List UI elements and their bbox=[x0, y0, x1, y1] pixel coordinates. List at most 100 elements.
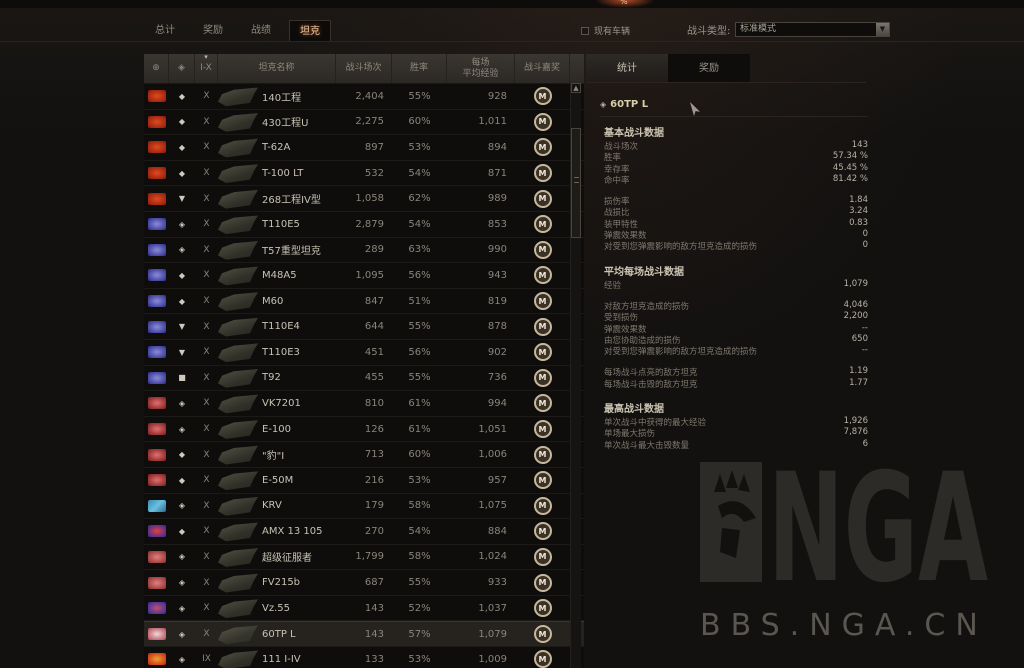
battles-cell: 179 bbox=[364, 500, 384, 512]
stat-label: 命中率 bbox=[604, 175, 630, 186]
table-row[interactable]: ◈ X T57重型坦克 289 63% 990 M bbox=[144, 237, 584, 264]
top-indicator: % bbox=[595, 0, 655, 8]
table-row[interactable]: ◈ X FV215b 687 55% 933 M bbox=[144, 570, 584, 596]
table-row[interactable]: ◆ X "豹"I 713 60% 1,006 M bbox=[144, 442, 584, 468]
column-avg-xp-label: 每场 平均经验 bbox=[462, 58, 498, 80]
avg-xp-cell: 1,075 bbox=[478, 500, 507, 512]
table-row[interactable]: ◆ X T-100 LT 532 54% 871 M bbox=[144, 160, 584, 187]
top-indicator-text: % bbox=[620, 0, 628, 6]
medal-cell: M bbox=[515, 263, 570, 288]
column-avg-xp[interactable]: 每场 平均经验 bbox=[447, 54, 515, 83]
stat-value: 81.42 % bbox=[832, 173, 868, 184]
tab-records[interactable]: 战绩 bbox=[241, 20, 281, 42]
tier-cell: X bbox=[203, 629, 210, 640]
win-rate-cell: 60% bbox=[408, 116, 431, 128]
win-rate-cell: 56% bbox=[408, 346, 431, 358]
medal-cell: M bbox=[515, 468, 570, 493]
battles-cell: 2,404 bbox=[355, 90, 384, 102]
tab-rewards[interactable]: 奖励 bbox=[668, 54, 750, 83]
table-row[interactable]: ◈ X 超级征服者 1,799 58% 1,024 M bbox=[144, 544, 584, 571]
battles-cell: 126 bbox=[364, 423, 384, 435]
table-row[interactable]: ◈ X T110E5 2,879 54% 853 M bbox=[144, 211, 584, 238]
tab-tanks[interactable]: 坦克 bbox=[289, 20, 331, 42]
nation-cell bbox=[144, 519, 169, 544]
tank-image bbox=[218, 548, 258, 567]
nation-cell bbox=[144, 135, 169, 160]
name-cell: M48A5 bbox=[218, 263, 336, 288]
column-win-rate[interactable]: 胜率 bbox=[392, 54, 447, 83]
tier-cell: X bbox=[203, 168, 210, 179]
name-cell: T110E4 bbox=[218, 314, 336, 339]
stat-value: 45.45 % bbox=[832, 162, 868, 173]
tank-name: T-100 LT bbox=[262, 167, 304, 179]
column-medal[interactable]: 战斗嘉奖 bbox=[515, 54, 570, 83]
stat-label: 单次战斗中获得的最大经验 bbox=[604, 418, 707, 429]
medal-cell: M bbox=[515, 314, 570, 339]
table-row[interactable]: ◆ X M60 847 51% 819 M bbox=[144, 288, 584, 315]
tab-statistics[interactable]: 统计 bbox=[586, 54, 668, 83]
tier-cell: X bbox=[203, 398, 210, 409]
win-rate-cell: 56% bbox=[408, 269, 431, 281]
mastery-badge-icon: M bbox=[533, 164, 552, 183]
table-row[interactable]: ◈X60TP L14357%1,079M› bbox=[144, 621, 584, 648]
table-row[interactable]: ◆ X 430工程U 2,275 60% 1,011 M bbox=[144, 109, 584, 136]
scroll-thumb[interactable] bbox=[571, 128, 581, 238]
tank-image bbox=[218, 164, 258, 183]
tier-cell: X bbox=[203, 193, 210, 204]
owned-vehicles-checkbox[interactable] bbox=[581, 26, 589, 35]
tank-image bbox=[218, 599, 258, 619]
column-battles[interactable]: 战斗场次 bbox=[336, 54, 392, 83]
stat-value: 0 bbox=[862, 240, 868, 251]
avg-xp-cell: 853 bbox=[487, 218, 507, 230]
column-tier[interactable]: I-X bbox=[195, 54, 218, 83]
table-row[interactable]: ◈ IX 111 I-IV 133 53% 1,009 M bbox=[144, 647, 584, 668]
table-row[interactable]: ◆ X T-62A 897 53% 894 M bbox=[144, 135, 584, 161]
tank-type-icon: ◈ bbox=[178, 424, 186, 434]
column-type[interactable]: ◈ bbox=[169, 54, 195, 83]
battles-cell: 289 bbox=[364, 244, 384, 256]
stat-row: 由您协助造成的损伤 650 bbox=[600, 334, 868, 346]
mastery-badge-icon: M bbox=[533, 292, 552, 311]
table-row[interactable]: ◆ X AMX 13 105 270 54% 884 M bbox=[144, 519, 584, 545]
chevron-down-icon[interactable]: ▼ bbox=[876, 23, 889, 36]
column-medal-label: 战斗嘉奖 bbox=[523, 63, 560, 73]
name-cell: T110E5 bbox=[218, 212, 336, 237]
stat-row: 受到损伤 2,200 bbox=[600, 311, 868, 323]
stat-label: 每场战斗击毁的敌方坦克 bbox=[604, 379, 698, 390]
name-cell: FV215b bbox=[218, 570, 336, 595]
tank-image bbox=[218, 650, 258, 668]
table-row[interactable]: ▼ X T110E3 451 56% 902 M bbox=[144, 339, 584, 366]
table-row[interactable]: ▼ X 268工程IV型 1,058 62% 989 M bbox=[144, 186, 584, 212]
tab-summary[interactable]: 总计 bbox=[145, 20, 185, 42]
tank-type-icon: ◆ bbox=[178, 296, 186, 306]
stat-row: 战斗场次 143 bbox=[600, 140, 868, 152]
tank-image bbox=[218, 420, 258, 439]
heavy-tank-icon: ◈ bbox=[600, 99, 607, 109]
column-nation[interactable]: ⊕ bbox=[144, 54, 169, 83]
tab-awards[interactable]: 奖励 bbox=[193, 20, 233, 42]
table-row[interactable]: ◆ X E-50M 216 53% 957 M bbox=[144, 467, 584, 494]
battles-cell: 897 bbox=[364, 141, 384, 153]
stat-value: 0 bbox=[862, 229, 868, 240]
win-rate-cell: 53% bbox=[408, 474, 431, 486]
table-row[interactable]: ◈ X VK7201 810 61% 994 M bbox=[144, 391, 584, 417]
table-row[interactable]: ◈ X KRV 179 58% 1,075 M bbox=[144, 493, 584, 520]
table-row[interactable]: ◆ X M48A5 1,095 56% 943 M bbox=[144, 263, 584, 289]
table-scrollbar[interactable]: ▲ bbox=[570, 83, 581, 668]
table-row[interactable]: ◆ X 140工程 2,404 55% 928 M bbox=[144, 84, 584, 110]
name-cell: KRV bbox=[218, 494, 336, 519]
table-row[interactable]: ◈ X E-100 126 61% 1,051 M bbox=[144, 416, 584, 443]
column-name[interactable]: 坦克名称 bbox=[218, 54, 336, 83]
stats-section: 平均每场战斗数据 经验 1,079 对敌方坦克造成的损伤 4,046 受到损伤 2,200 弹… bbox=[600, 263, 868, 390]
table-row[interactable]: ▼ X T110E4 644 55% 878 M bbox=[144, 314, 584, 340]
nation-flag-icon bbox=[147, 550, 166, 563]
table-row[interactable]: ◈ X Vz.55 143 52% 1,037 M bbox=[144, 595, 584, 622]
scroll-up-button[interactable]: ▲ bbox=[571, 83, 581, 93]
name-cell: E-50M bbox=[218, 468, 336, 493]
owned-vehicles-filter[interactable]: 现有车辆 bbox=[581, 24, 630, 37]
tank-name: AMX 13 105 bbox=[262, 525, 323, 537]
battle-type-select[interactable]: 标准模式 ▼ bbox=[735, 22, 890, 37]
nation-flag-icon bbox=[147, 243, 166, 256]
table-row[interactable]: ■ X T92 455 55% 736 M bbox=[144, 365, 584, 392]
section-title: 基本战斗数据 bbox=[604, 128, 664, 139]
